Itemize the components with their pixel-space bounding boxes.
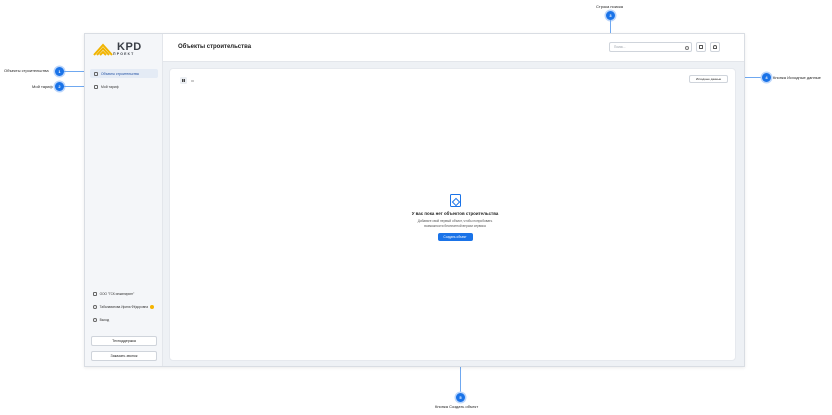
search-placeholder: Поиск...	[614, 45, 626, 49]
screenshot-stage: Строка поиска 3 Объекты строительства 1 …	[0, 0, 832, 415]
user-item[interactable]: Табалаватова Ирина Фёдоровна	[93, 305, 155, 309]
empty-state: У вас пока нет объектов строительства До…	[360, 194, 550, 241]
annotation-source-badge: 4	[762, 73, 771, 82]
annotation-search-label: Строка поиска	[596, 4, 624, 9]
sidebar: KPD ПРОЕКТ Объекты строительства Мой тар…	[85, 34, 163, 366]
logo-mark-icon	[93, 43, 113, 56]
grid-icon	[181, 78, 186, 83]
mail-icon	[699, 45, 703, 49]
user-icon	[93, 305, 97, 309]
main-content: Исходные данные У вас пока нет объектов …	[169, 68, 736, 361]
warning-icon	[150, 305, 155, 309]
view-toggle	[180, 77, 196, 84]
annotation-create-badge: 5	[456, 393, 465, 402]
empty-state-text-line: возможности бесплатной версии сервиса	[424, 224, 486, 228]
annotation-objects-label: Объекты строительства	[4, 68, 49, 73]
logo[interactable]: KPD ПРОЕКТ	[93, 42, 142, 56]
user-name: Табалаватова Ирина Фёдоровна	[99, 305, 149, 309]
sidebar-item-label: Объекты строительства	[101, 71, 139, 76]
grid-view-button[interactable]	[180, 77, 187, 84]
search-icon[interactable]	[685, 45, 689, 50]
annotation-objects-badge: 1	[55, 67, 64, 76]
notifications-button[interactable]	[710, 42, 720, 52]
sidebar-item-tariff[interactable]: Мой тариф	[90, 82, 158, 91]
call-request-button[interactable]: Заказать звонок	[91, 351, 157, 361]
sidebar-item-label: Мой тариф	[101, 84, 119, 89]
cube-document-icon	[449, 194, 461, 207]
company-icon	[93, 292, 97, 296]
logout-label: Выход	[99, 318, 110, 322]
create-object-button[interactable]: Создать объект	[437, 233, 473, 241]
sidebar-item-objects[interactable]: Объекты строительства	[90, 69, 158, 78]
document-icon	[94, 84, 98, 89]
list-icon	[190, 78, 195, 83]
support-button[interactable]: Техподдержка	[91, 336, 157, 346]
source-data-button[interactable]: Исходные данные	[689, 75, 728, 83]
app-window: KPD ПРОЕКТ Объекты строительства Мой тар…	[84, 33, 745, 367]
annotation-source-label: Кнопка Исходные данные	[773, 75, 821, 80]
company-item[interactable]: ООО "ГСК инжиниринг"	[93, 292, 134, 296]
logout-icon	[93, 318, 97, 322]
header: Объекты строительства Поиск...	[163, 34, 744, 62]
company-name: ООО "ГСК инжиниринг"	[99, 292, 135, 296]
building-icon	[94, 71, 98, 76]
logout-item[interactable]: Выход	[93, 318, 109, 322]
search-input[interactable]: Поиск...	[609, 42, 692, 52]
bell-icon	[713, 45, 717, 49]
messages-button[interactable]	[696, 42, 706, 52]
page-title: Объекты строительства	[178, 44, 252, 50]
annotation-tariff-badge: 2	[55, 82, 64, 91]
annotation-search-badge: 3	[606, 11, 615, 20]
empty-state-text: Добавьте свой первый объект, чтобы попро…	[360, 219, 550, 229]
list-view-button[interactable]	[189, 77, 196, 84]
annotation-create-label: Кнопка Создать объект	[435, 404, 479, 409]
empty-state-title: У вас пока нет объектов строительства	[411, 211, 499, 216]
annotation-tariff-label: Мой тариф	[32, 84, 53, 89]
logo-word: KPD	[117, 41, 142, 53]
